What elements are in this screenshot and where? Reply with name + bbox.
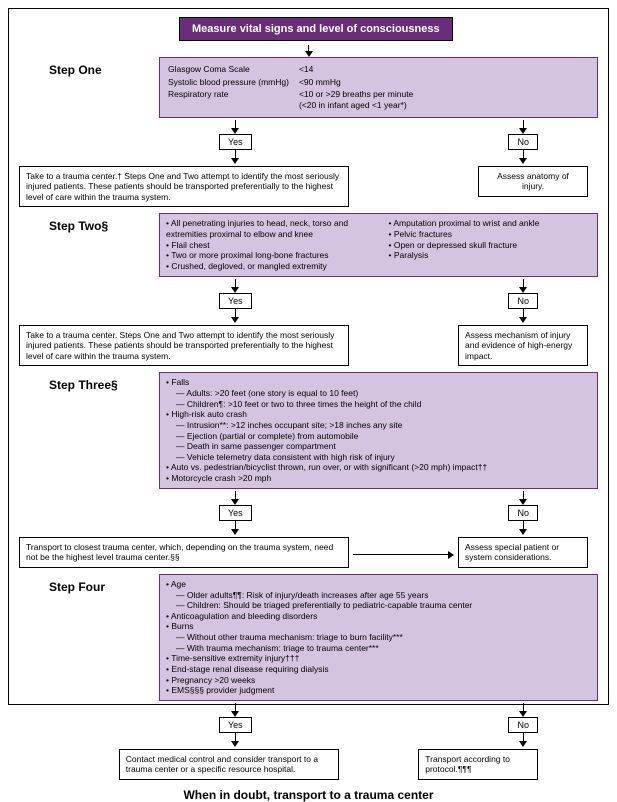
no-box: No (508, 134, 538, 150)
step-three-no-action: Assess special patient or system conside… (458, 537, 588, 568)
yes-box: Yes (219, 293, 252, 309)
step-three-yes-action: Transport to closest trauma center, whic… (19, 537, 349, 568)
step-three-criteria: FallsAdults: >20 feet (one story is equa… (159, 372, 598, 488)
step-two-branch: Yes No (159, 279, 598, 323)
step-two-no-action: Assess mechanism of injury and evidence … (458, 325, 588, 367)
no-box: No (508, 293, 538, 309)
step-two-yes-action: Take to a trauma center. Steps One and T… (19, 325, 349, 367)
flowchart-container: Measure vital signs and level of conscio… (8, 8, 609, 705)
step-four-label: Step Four (19, 574, 159, 594)
step-four-no-action: Transport according to protocol.¶¶¶ (418, 749, 538, 780)
step-two-label: Step Two§ (19, 213, 159, 233)
header-box: Measure vital signs and level of conscio… (179, 17, 453, 41)
yes-box: Yes (219, 134, 252, 150)
step-two-criteria: All penetrating injuries to head, neck, … (159, 213, 598, 276)
step-four-yes-action: Contact medical control and consider tra… (119, 749, 339, 780)
step-one-yes-action: Take to a trauma center.† Steps One and … (19, 166, 349, 208)
horizontal-arrow (349, 551, 458, 559)
yes-box: Yes (219, 505, 252, 521)
step-one-branch: Yes No (159, 120, 598, 164)
step-one-criteria: Glasgow Coma Scale<14Systolic blood pres… (159, 57, 598, 118)
no-box: No (508, 717, 538, 733)
step-one-label: Step One (19, 57, 159, 77)
step-one-no-action: Assess anatomy of injury. (478, 166, 588, 197)
step-three-label: Step Three§ (19, 372, 159, 392)
yes-box: Yes (219, 717, 252, 733)
step-three-branch: Yes No (159, 491, 598, 535)
step-four-criteria: AgeOlder adults¶¶: Risk of injury/death … (159, 574, 598, 701)
footer-text: When in doubt, transport to a trauma cen… (19, 788, 598, 802)
no-box: No (508, 505, 538, 521)
step-four-branch: Yes No (159, 703, 598, 747)
